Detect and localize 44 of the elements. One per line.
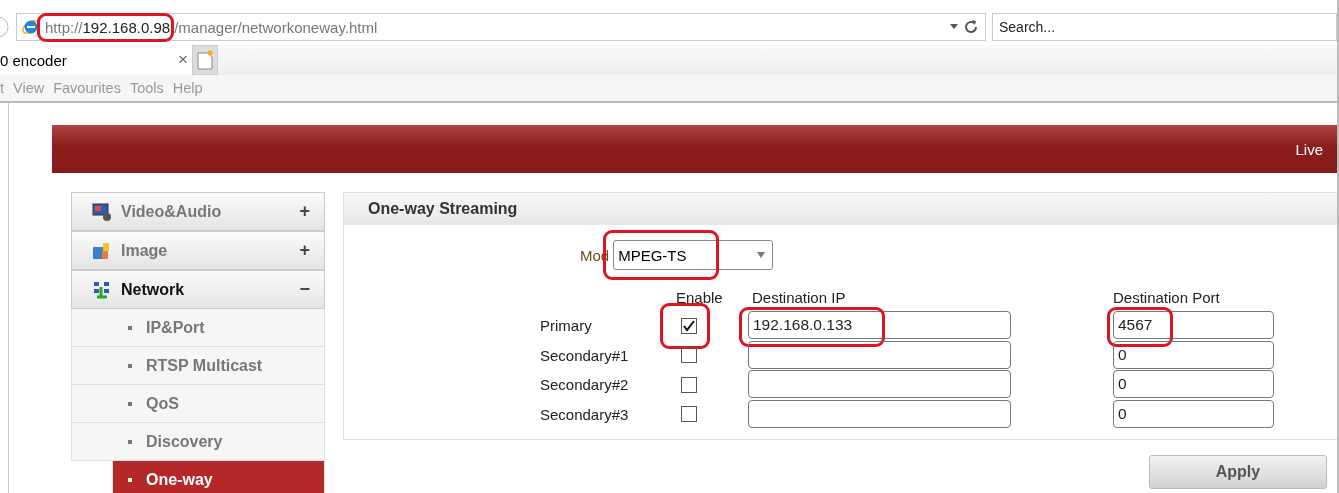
dropdown-caret-icon bbox=[756, 251, 767, 259]
ip-input-field[interactable] bbox=[748, 340, 1011, 369]
column-header: Destination Port bbox=[1113, 289, 1221, 308]
url-scheme: http:// bbox=[45, 18, 83, 36]
checkbox[interactable] bbox=[681, 347, 697, 364]
ip-input-field[interactable]: 192.168.0.133 bbox=[748, 311, 1011, 339]
dropdown-caret-icon[interactable] bbox=[949, 24, 959, 30]
sidebar-item[interactable]: Image + bbox=[71, 231, 325, 270]
ip-input-field[interactable] bbox=[748, 370, 1011, 398]
sidebar-subitem[interactable]: RTSP Multicast bbox=[71, 347, 325, 385]
checkbox[interactable] bbox=[681, 317, 697, 334]
row-label: Secondary#3 bbox=[540, 404, 630, 425]
network-icon bbox=[92, 279, 112, 300]
sidebar-item[interactable]: Video&Audio + bbox=[71, 192, 325, 231]
row-label: Primary bbox=[540, 316, 593, 337]
panel-title: One-way Streaming bbox=[344, 193, 1337, 225]
column-header: Enable bbox=[676, 289, 724, 308]
row-label: Secondary#2 bbox=[540, 375, 630, 396]
sidebar-subitem[interactable]: IP&Port bbox=[71, 309, 325, 347]
mode-select[interactable]: MPEG-TS bbox=[613, 240, 774, 270]
checkbox[interactable] bbox=[681, 406, 697, 423]
browser-tab[interactable]: 0 encoder × bbox=[0, 45, 192, 75]
port-input-field[interactable]: 0 bbox=[1113, 399, 1274, 428]
image-icon bbox=[92, 240, 112, 261]
row-label: Secondary#1 bbox=[540, 345, 630, 366]
port-input-field[interactable]: 0 bbox=[1113, 340, 1274, 369]
sidebar-subitem[interactable]: QoS bbox=[71, 385, 325, 423]
url-path: /manager/networkoneway.html bbox=[174, 18, 378, 36]
checkbox[interactable] bbox=[681, 376, 697, 393]
search-field[interactable]: Search... bbox=[992, 13, 1337, 41]
address-bar[interactable]: http://192.168.0.98 /manager/networkoneway.html bbox=[16, 13, 986, 41]
tab-close-button[interactable]: × bbox=[178, 50, 188, 70]
ip-input-field[interactable] bbox=[748, 399, 1011, 428]
refresh-icon[interactable] bbox=[963, 19, 979, 35]
sidebar-item[interactable]: Network − bbox=[71, 270, 325, 309]
apply-button[interactable]: Apply bbox=[1149, 455, 1327, 489]
sidebar-subitem[interactable]: Discovery bbox=[71, 423, 325, 461]
live-link[interactable]: Live bbox=[1295, 140, 1323, 158]
url-host: 192.168.0.98 bbox=[82, 18, 171, 36]
sidebar-subitem[interactable]: One-way bbox=[112, 461, 325, 493]
monitor-icon bbox=[92, 201, 112, 222]
port-input-field[interactable]: 4567 bbox=[1113, 311, 1274, 339]
column-header: Destination IP bbox=[751, 289, 847, 308]
port-input-field[interactable]: 0 bbox=[1113, 370, 1274, 398]
